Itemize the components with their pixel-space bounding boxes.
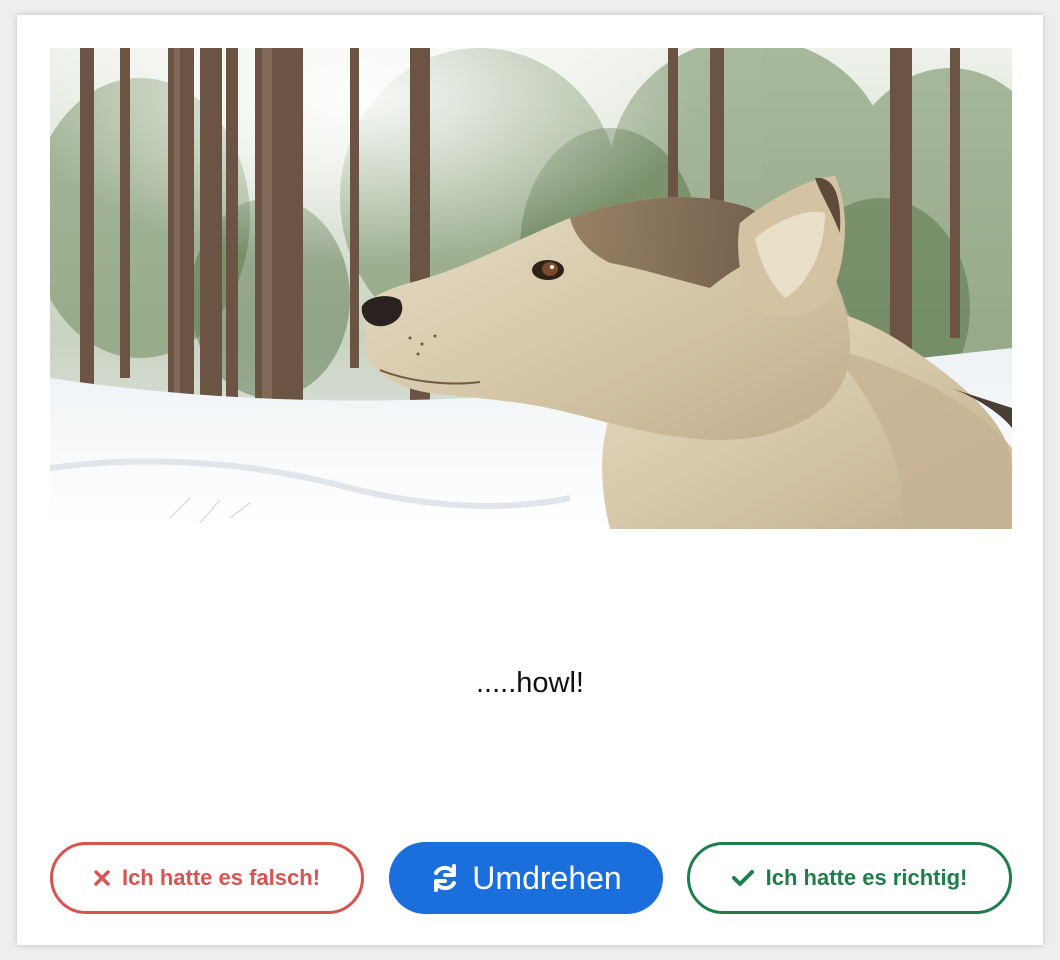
marked-right-button[interactable]: Ich hatte es richtig! — [687, 842, 1012, 914]
marked-right-label: Ich hatte es richtig! — [765, 865, 968, 890]
flip-card-label: Umdrehen — [472, 859, 622, 896]
answer-text: .....howl! — [476, 667, 584, 699]
flip-card-button[interactable]: Umdrehen — [389, 842, 663, 914]
marked-wrong-button[interactable]: Ich hatte es falsch! — [50, 842, 364, 914]
flashcard-image — [50, 48, 1012, 529]
refresh-icon — [430, 863, 460, 893]
flashcard: .....howl! Ich hatte es falsch! Umdrehen… — [17, 15, 1043, 945]
check-icon — [731, 869, 754, 887]
x-icon — [94, 870, 110, 886]
marked-wrong-label: Ich hatte es falsch! — [121, 865, 321, 890]
